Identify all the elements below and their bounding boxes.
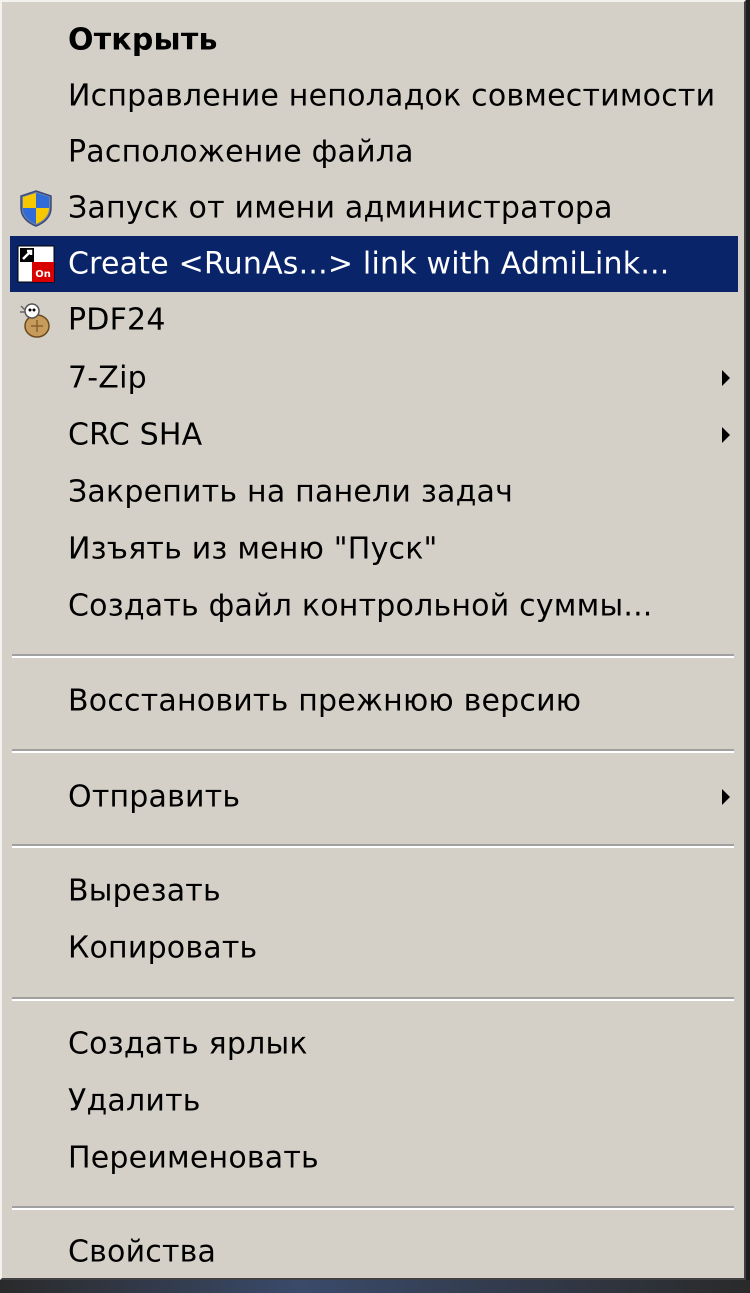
menu-item-file-location[interactable]: Расположение файла xyxy=(10,124,738,180)
menu-item-label: Свойства xyxy=(68,1234,217,1270)
menu-separator xyxy=(12,1206,734,1210)
menu-item-create-checksum[interactable]: Создать файл контрольной суммы... xyxy=(10,578,738,634)
menu-item-label: Изъять из меню "Пуск" xyxy=(68,531,438,567)
menu-item-crc-sha[interactable]: CRC SHA xyxy=(10,407,738,463)
menu-item-delete[interactable]: Удалить xyxy=(10,1073,738,1129)
menu-item-label: Отправить xyxy=(68,779,241,815)
menu-item-troubleshoot-compatibility[interactable]: Исправление неполадок совместимости xyxy=(10,68,738,124)
menu-separator xyxy=(12,749,734,753)
menu-item-pdf24[interactable]: PDF24 xyxy=(10,292,738,348)
menu-item-unpin-start[interactable]: Изъять из меню "Пуск" xyxy=(10,521,738,577)
menu-item-label: Создать файл контрольной суммы... xyxy=(68,588,653,624)
menu-item-label: Вырезать xyxy=(68,873,221,909)
menu-separator xyxy=(12,997,734,1001)
admilink-icon: On xyxy=(16,244,56,284)
menu-item-cut[interactable]: Вырезать xyxy=(10,863,738,919)
uac-shield-icon xyxy=(16,188,56,228)
submenu-arrow-icon xyxy=(722,370,730,386)
svg-text:On: On xyxy=(35,269,51,280)
menu-item-7zip[interactable]: 7-Zip xyxy=(10,350,738,406)
menu-item-label: CRC SHA xyxy=(68,417,203,453)
menu-item-pin-taskbar[interactable]: Закрепить на панели задач xyxy=(10,464,738,520)
submenu-arrow-icon xyxy=(722,427,730,443)
menu-separator xyxy=(12,654,734,658)
menu-item-open[interactable]: Открыть xyxy=(10,12,738,68)
menu-item-label: Закрепить на панели задач xyxy=(68,474,514,510)
menu-item-label: Удалить xyxy=(68,1083,201,1119)
context-menu: Открыть Исправление неполадок совместимо… xyxy=(0,0,746,1280)
menu-item-label: Create <RunAs...> link with AdmiLink... xyxy=(68,246,670,282)
menu-item-create-shortcut[interactable]: Создать ярлык xyxy=(10,1016,738,1072)
menu-item-label: PDF24 xyxy=(68,302,166,338)
menu-item-copy[interactable]: Копировать xyxy=(10,920,738,976)
submenu-arrow-icon xyxy=(722,789,730,805)
menu-item-send-to[interactable]: Отправить xyxy=(10,769,738,825)
menu-item-properties[interactable]: Свойства xyxy=(10,1224,738,1280)
menu-item-label: Переименовать xyxy=(68,1140,319,1176)
menu-item-run-as-admin[interactable]: Запуск от имени администратора xyxy=(10,180,738,236)
pdf24-icon xyxy=(16,300,56,340)
menu-item-label: Создать ярлык xyxy=(68,1026,308,1062)
menu-item-label: Запуск от имени администратора xyxy=(68,190,613,226)
menu-item-label: Исправление неполадок совместимости xyxy=(68,78,716,114)
menu-item-label: Копировать xyxy=(68,930,258,966)
menu-item-rename[interactable]: Переименовать xyxy=(10,1130,738,1186)
menu-item-label: Открыть xyxy=(68,22,218,58)
menu-separator xyxy=(12,844,734,848)
menu-item-label: Расположение файла xyxy=(68,134,414,170)
menu-item-admilink[interactable]: On Create <RunAs...> link with AdmiLink.… xyxy=(10,236,738,292)
menu-item-label: 7-Zip xyxy=(68,360,147,396)
menu-item-restore-previous[interactable]: Восстановить прежнюю версию xyxy=(10,673,738,729)
taskbar-strip xyxy=(0,1280,750,1293)
menu-item-label: Восстановить прежнюю версию xyxy=(68,683,582,719)
